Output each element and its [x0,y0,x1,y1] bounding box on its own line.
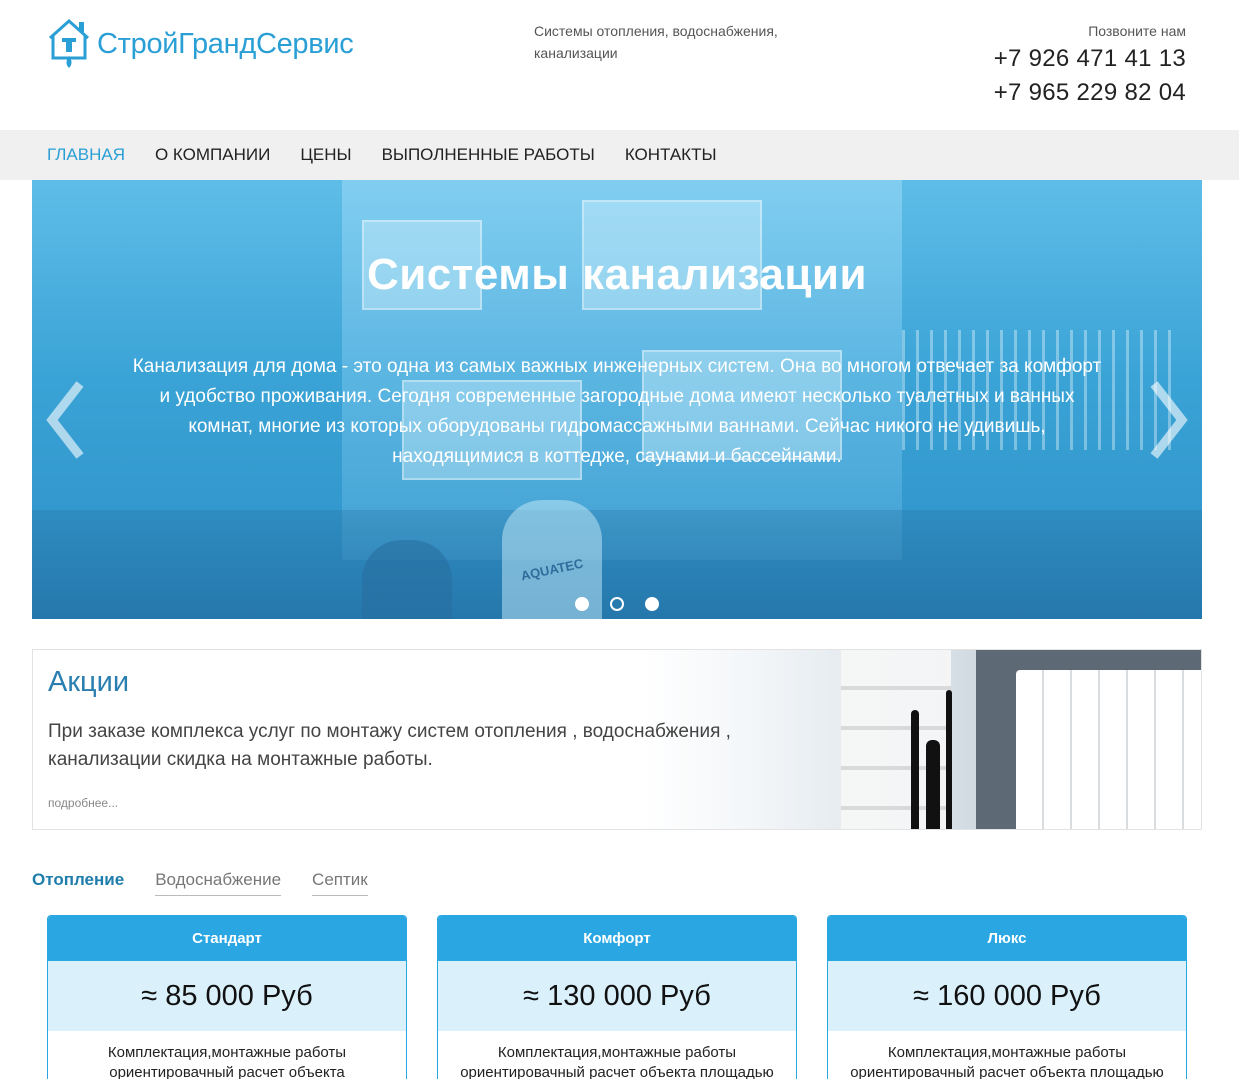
nav-item-contacts[interactable]: КОНТАКТЫ [625,130,717,180]
chevron-left-icon [46,381,84,459]
contact-block: Позвоните нам +7 926 471 41 13 +7 965 22… [994,20,1186,110]
site-tagline: Системы отопления, водоснабжения, канали… [534,23,778,61]
price-card-comfort: Комфорт ≈ 130 000 Руб Комплектация,монта… [437,915,797,1079]
hero-slider: AQUATEC Системы канализации Канализация … [32,180,1202,619]
promo-more-link[interactable]: подробнее... [48,796,118,810]
slider-next-button[interactable] [1148,380,1188,460]
tab-heating[interactable]: Отопление [32,868,124,896]
radiator [1016,670,1201,829]
promo-title: Акции [48,666,130,698]
phone-primary[interactable]: +7 926 471 41 13 [994,42,1186,76]
nav-item-about[interactable]: О КОМПАНИИ [155,130,270,180]
slider-dot-1[interactable] [575,597,589,611]
card-title: Люкс [828,916,1186,961]
promo-block: Акции При заказе комплекса услуг по монт… [32,649,1202,830]
price-card-lux: Люкс ≈ 160 000 Руб Комплектация,монтажны… [827,915,1187,1079]
card-description: Комплектация,монтажные работы ориентиров… [460,1044,774,1079]
card-title: Комфорт [438,916,796,961]
main-nav: ГЛАВНАЯ О КОМПАНИИ ЦЕНЫ ВЫПОЛНЕННЫЕ РАБО… [0,130,1239,180]
tab-septic[interactable]: Септик [312,868,368,896]
slider-dot-3[interactable] [645,597,659,611]
slider-dot-2[interactable] [610,597,624,611]
card-description: Комплектация,монтажные работы ориентиров… [107,1044,347,1079]
logo[interactable]: СтройГрандСервис [47,18,354,70]
decor-vase [911,710,919,829]
chevron-right-icon [1150,381,1188,459]
promo-text: При заказе комплекса услуг по монтажу си… [48,721,731,770]
card-price: ≈ 85 000 Руб [48,961,406,1031]
service-tabs: Отопление Водоснабжение Септик [32,868,368,896]
decor-vase [926,740,940,829]
price-card-standard: Стандарт ≈ 85 000 Руб Комплектация,монта… [47,915,407,1079]
slider-prev-button[interactable] [46,380,86,460]
tank-label: AQUATEC [519,555,585,584]
card-title: Стандарт [48,916,406,961]
card-description: Комплектация,монтажные работы ориентиров… [850,1044,1164,1079]
slider-dots [32,597,1202,611]
slide-title: Системы канализации [366,250,868,299]
phone-secondary[interactable]: +7 965 229 82 04 [994,76,1186,110]
slide-text: Канализация для дома - это одна из самых… [132,356,1102,467]
nav-item-prices[interactable]: ЦЕНЫ [300,130,351,180]
nav-item-home[interactable]: ГЛАВНАЯ [47,130,125,180]
logo-text: СтройГрандСервис [97,27,354,60]
card-price: ≈ 130 000 Руб [438,961,796,1031]
contact-label: Позвоните нам [1088,23,1186,39]
house-faucet-icon [47,18,93,70]
decor-vase [946,690,952,829]
tab-water-supply[interactable]: Водоснабжение [155,868,282,896]
site-header: СтройГрандСервис Системы отопления, водо… [0,0,1239,130]
card-price: ≈ 160 000 Руб [828,961,1186,1031]
nav-item-works[interactable]: ВЫПОЛНЕННЫЕ РАБОТЫ [382,130,595,180]
